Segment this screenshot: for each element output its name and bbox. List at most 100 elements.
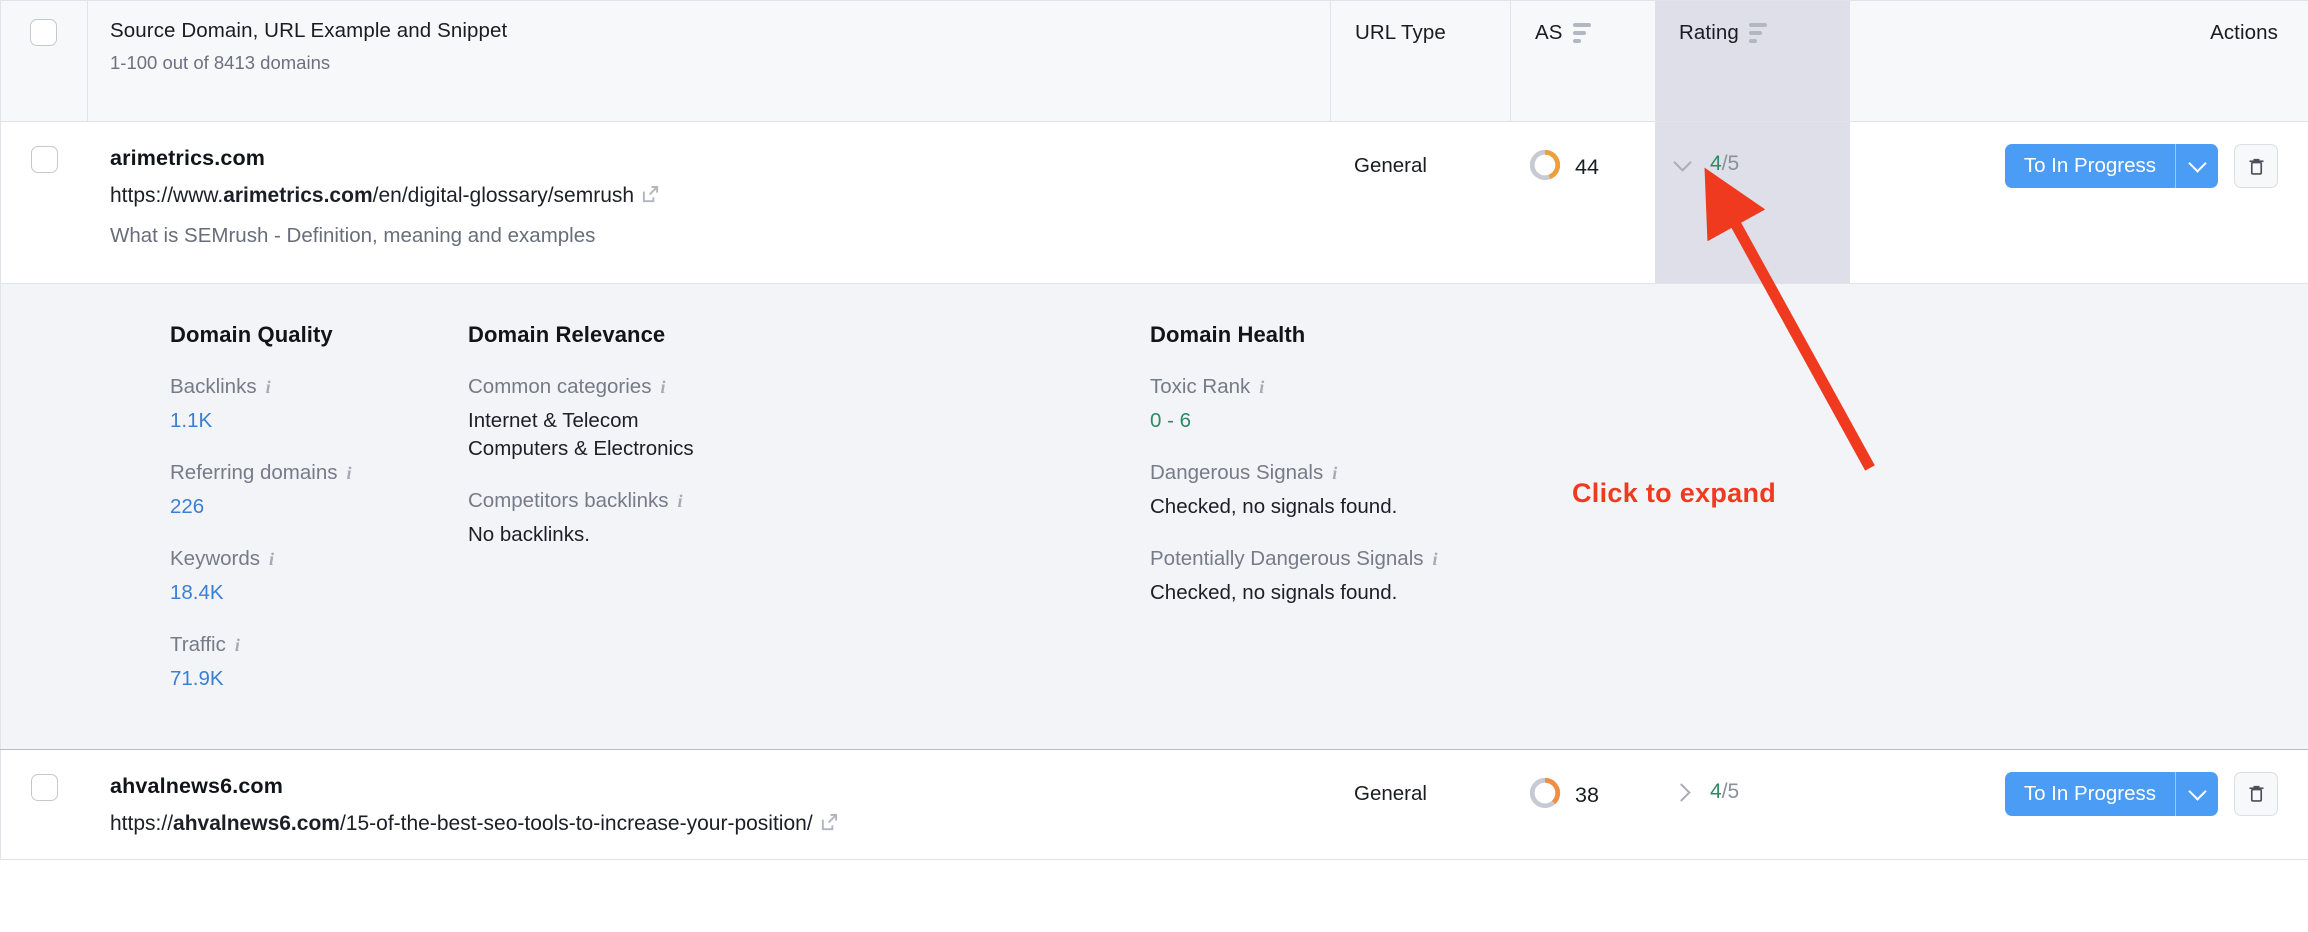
row-url-type-cell: General — [1330, 750, 1510, 859]
url-prefix: https://www. — [110, 184, 223, 207]
metric-backlinks: Backlinksi 1.1K — [170, 375, 460, 435]
metric-keywords: Keywords i 18.4K — [170, 547, 460, 607]
header-url-type-cell: URL Type — [1330, 1, 1510, 121]
row-rating-cell[interactable]: 4/5 — [1655, 750, 1850, 859]
info-icon[interactable]: i — [678, 491, 683, 512]
info-icon[interactable]: i — [266, 377, 271, 398]
table-row[interactable]: arimetrics.com https://www.arimetrics.co… — [0, 122, 2308, 284]
trash-icon — [2246, 783, 2267, 804]
authority-score-value: 38 — [1575, 783, 1599, 808]
metric-value[interactable]: 226 — [170, 493, 460, 521]
url-domain: ahvalnews6.com — [173, 812, 340, 835]
metric-value: 0 - 6 — [1150, 407, 2308, 435]
sort-descending-icon[interactable] — [1749, 23, 1769, 43]
header-as-cell[interactable]: AS — [1510, 1, 1655, 121]
to-in-progress-button[interactable]: To In Progress — [2005, 144, 2218, 188]
header-url-type-label: URL Type — [1355, 21, 1446, 44]
url-domain: arimetrics.com — [223, 184, 372, 207]
delete-button[interactable] — [2234, 772, 2278, 816]
header-actions-label: Actions — [2210, 21, 2278, 44]
domain-health-title: Domain Health — [1150, 322, 2308, 348]
to-in-progress-label: To In Progress — [2005, 144, 2175, 188]
metric-label: Competitors backlinks — [468, 489, 669, 513]
external-link-icon[interactable] — [641, 185, 660, 210]
row-rating-cell[interactable]: 4/5 — [1655, 122, 1850, 283]
to-in-progress-button[interactable]: To In Progress — [2005, 772, 2218, 816]
info-icon[interactable]: i — [235, 635, 240, 656]
domain-url[interactable]: https://ahvalnews6.com/15-of-the-best-se… — [110, 812, 1330, 838]
domain-relevance-column: Domain Relevance Common categories i Inte… — [460, 322, 1140, 693]
rating-value: 4/5 — [1710, 780, 1739, 804]
metric-label: Dangerous Signals — [1150, 461, 1323, 485]
backlinks-table: Source Domain, URL Example and Snippet 1… — [0, 0, 2308, 860]
info-icon[interactable]: i — [1259, 377, 1264, 398]
chevron-down-icon[interactable] — [2176, 144, 2218, 188]
rating-total: /5 — [1722, 780, 1740, 803]
chevron-down-icon[interactable] — [2176, 772, 2218, 816]
table-row[interactable]: ahvalnews6.com https://ahvalnews6.com/15… — [0, 750, 2308, 860]
domain-quality-column: Domain Quality Backlinksi 1.1K Referring… — [0, 322, 460, 693]
table-header-row: Source Domain, URL Example and Snippet 1… — [0, 0, 2308, 122]
annotation-label: Click to expand — [1572, 478, 1776, 509]
row-url-type-cell: General — [1330, 122, 1510, 283]
rating-score: 4 — [1710, 152, 1722, 175]
row-checkbox[interactable] — [31, 146, 58, 173]
metric-label: Common categories — [468, 375, 651, 399]
row-source-cell: ahvalnews6.com https://ahvalnews6.com/15… — [88, 750, 1330, 859]
info-icon[interactable]: i — [660, 377, 665, 398]
metric-value[interactable]: 18.4K — [170, 579, 460, 607]
authority-score-donut — [1528, 148, 1562, 187]
row-as-cell: 44 — [1510, 122, 1655, 283]
to-in-progress-label: To In Progress — [2005, 772, 2175, 816]
select-all-checkbox[interactable] — [30, 19, 57, 46]
chevron-down-icon[interactable] — [1673, 154, 1693, 174]
metric-value[interactable]: 71.9K — [170, 665, 460, 693]
app-root: Source Domain, URL Example and Snippet 1… — [0, 0, 2308, 932]
header-rating-cell[interactable]: Rating — [1655, 1, 1850, 121]
sort-descending-icon[interactable] — [1573, 23, 1593, 43]
header-rating-label: Rating — [1679, 21, 1739, 45]
domain-url[interactable]: https://www.arimetrics.com/en/digital-gl… — [110, 184, 1330, 210]
url-path: /en/digital-glossary/semrush — [373, 184, 634, 207]
header-as-label: AS — [1535, 21, 1563, 45]
row-actions-cell: To In Progress — [1850, 750, 2308, 859]
info-icon[interactable]: i — [347, 463, 352, 484]
header-source-domain-cell: Source Domain, URL Example and Snippet 1… — [88, 1, 1330, 121]
metric-competitors-backlinks: Competitors backlinks i No backlinks. — [468, 489, 1140, 549]
chevron-right-icon[interactable] — [1673, 782, 1693, 802]
metric-common-categories: Common categories i Internet & Telecom Co… — [468, 375, 1140, 463]
domain-quality-title: Domain Quality — [170, 322, 460, 348]
rating-total: /5 — [1722, 152, 1740, 175]
trash-icon — [2246, 156, 2267, 177]
metric-value: Internet & Telecom Computers & Electroni… — [468, 407, 1140, 463]
info-icon[interactable]: i — [1433, 549, 1438, 570]
header-source-domain-label: Source Domain, URL Example and Snippet — [110, 19, 1330, 43]
row-checkbox[interactable] — [31, 774, 58, 801]
external-link-icon[interactable] — [820, 813, 839, 838]
metric-label: Potentially Dangerous Signals — [1150, 547, 1424, 571]
info-icon[interactable]: i — [1332, 463, 1337, 484]
domain-relevance-title: Domain Relevance — [468, 322, 1140, 348]
row-source-cell: arimetrics.com https://www.arimetrics.co… — [88, 122, 1330, 283]
rating-score: 4 — [1710, 780, 1722, 803]
delete-button[interactable] — [2234, 144, 2278, 188]
domain-name[interactable]: arimetrics.com — [110, 146, 1330, 171]
rating-value: 4/5 — [1710, 152, 1739, 176]
expanded-detail-panel: Domain Quality Backlinksi 1.1K Referring… — [0, 284, 2308, 750]
metric-label: Toxic Rank — [1150, 375, 1250, 399]
header-actions-cell: Actions — [1850, 1, 2308, 121]
domain-name[interactable]: ahvalnews6.com — [110, 774, 1330, 799]
url-path: /15-of-the-best-seo-tools-to-increase-yo… — [340, 812, 813, 835]
metric-toxic-rank: Toxic Rank i 0 - 6 — [1150, 375, 2308, 435]
url-type-value: General — [1354, 154, 1427, 177]
authority-score-donut — [1528, 776, 1562, 815]
metric-label: Referring domains — [170, 461, 338, 485]
metric-referring-domains: Referring domains i 226 — [170, 461, 460, 521]
metric-label: Keywords — [170, 547, 260, 571]
metric-value: No backlinks. — [468, 521, 1140, 549]
row-select-cell — [0, 750, 88, 859]
metric-value[interactable]: 1.1K — [170, 407, 460, 435]
info-icon[interactable]: i — [269, 549, 274, 570]
url-type-value: General — [1354, 782, 1427, 805]
metric-value: Checked, no signals found. — [1150, 579, 2308, 607]
